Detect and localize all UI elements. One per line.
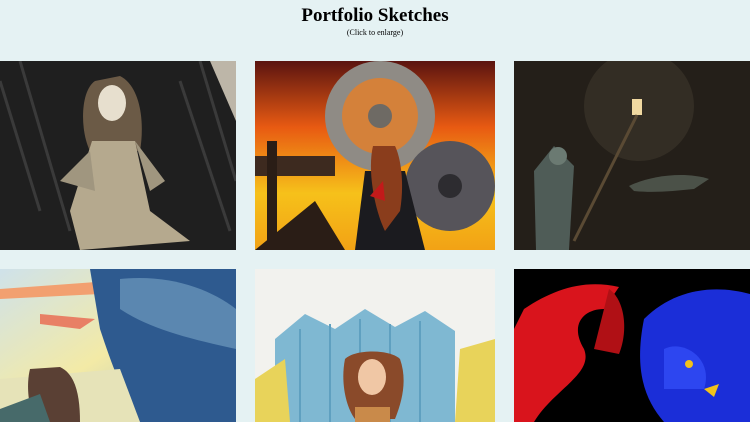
gallery-thumbnail-woman-in-dress[interactable] <box>0 61 236 250</box>
sketch-image <box>0 61 236 250</box>
page-header: Portfolio Sketches (Click to enlarge) <box>0 0 750 38</box>
page-title: Portfolio Sketches <box>301 5 449 26</box>
sketch-image <box>255 269 495 422</box>
sketch-image <box>0 269 236 422</box>
gallery-thumbnail-girl-by-seaside[interactable] <box>0 269 236 422</box>
gallery-thumbnail-girl-with-gears[interactable] <box>255 61 495 250</box>
gallery-thumbnail-red-and-blue-dragons[interactable] <box>514 269 750 422</box>
gallery-thumbnail-girl-in-cornfield[interactable] <box>255 269 495 422</box>
sketch-image <box>514 61 750 250</box>
page-subtitle: (Click to enlarge) <box>346 28 404 37</box>
gallery-thumbnail-figure-with-lantern[interactable] <box>514 61 750 250</box>
sketch-image <box>255 61 495 250</box>
sketch-image <box>514 269 750 422</box>
